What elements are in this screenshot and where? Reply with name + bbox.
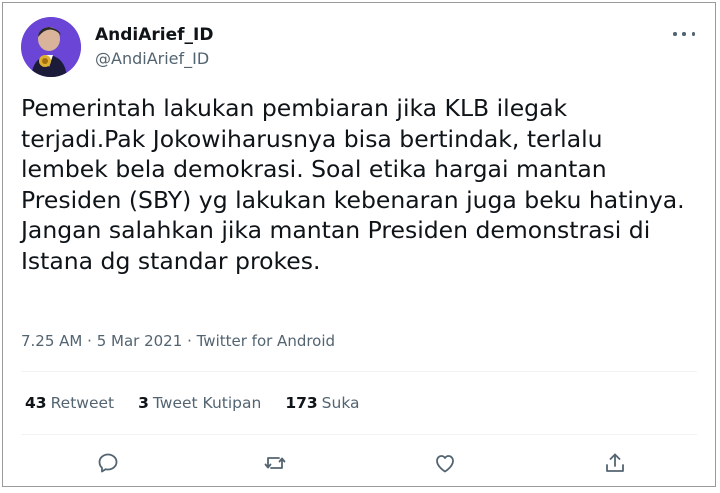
like-icon — [436, 455, 454, 473]
user-handle[interactable]: @AndiArief_ID — [95, 49, 209, 69]
retweet-icon — [264, 457, 286, 469]
retweet-stat[interactable]: 43 Retweet — [25, 393, 114, 413]
tweet-card: AndiArief_ID @AndiArief_ID Pemerintah la… — [2, 2, 716, 487]
reply-button[interactable] — [94, 449, 122, 477]
tweet-text: Pemerintah lakukan pembiaran jika KLB il… — [21, 94, 685, 275]
like-label: Suka — [321, 394, 360, 412]
meta-separator-1: · — [87, 332, 92, 350]
retweet-button[interactable] — [261, 449, 289, 477]
tweet-meta: 7.25 AM · 5 Mar 2021 · Twitter for Andro… — [21, 331, 335, 351]
retweet-label: Retweet — [50, 394, 115, 412]
profile-photo-icon — [21, 17, 81, 77]
tweet-stats: 43 Retweet 3 Tweet Kutipan 173 Suka — [25, 393, 360, 413]
retweet-count: 43 — [25, 394, 47, 412]
share-icon — [606, 453, 624, 472]
quote-stat[interactable]: 3 Tweet Kutipan — [138, 393, 261, 413]
share-button[interactable] — [601, 449, 629, 477]
display-name[interactable]: AndiArief_ID — [95, 25, 214, 45]
more-options-icon[interactable] — [673, 25, 695, 43]
tweet-source[interactable]: Twitter for Android — [197, 332, 335, 350]
tweet-date[interactable]: 5 Mar 2021 — [97, 332, 183, 350]
like-stat[interactable]: 173 Suka — [285, 393, 359, 413]
tweet-actions — [3, 449, 715, 477]
quote-count: 3 — [138, 394, 149, 412]
divider-bottom — [21, 434, 697, 435]
like-button[interactable] — [431, 449, 459, 477]
meta-separator-2: · — [187, 332, 192, 350]
like-count: 173 — [285, 394, 318, 412]
avatar[interactable] — [21, 17, 81, 77]
quote-label: Tweet Kutipan — [152, 394, 262, 412]
divider-top — [21, 371, 697, 372]
reply-icon — [98, 453, 118, 473]
tweet-time[interactable]: 7.25 AM — [21, 332, 82, 350]
